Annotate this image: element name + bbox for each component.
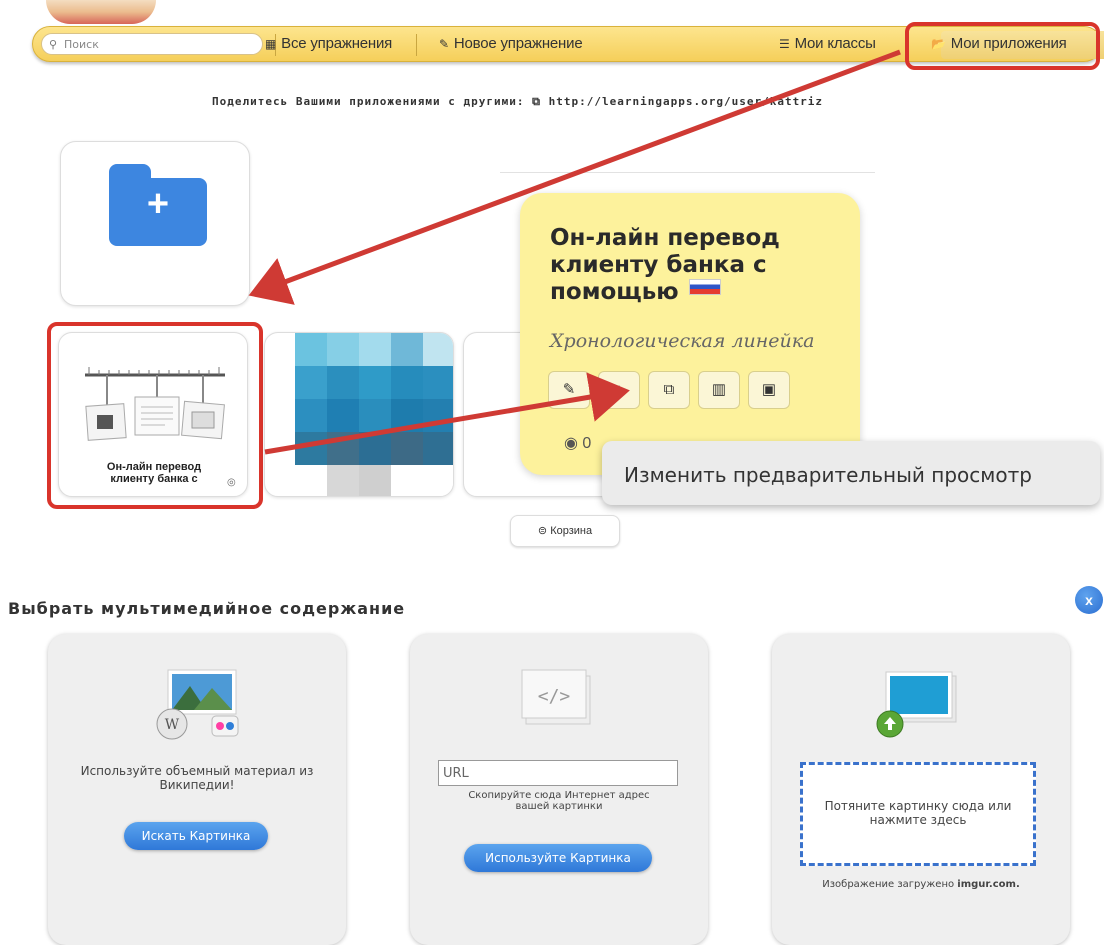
header-banner-image <box>46 0 156 24</box>
use-image-button[interactable]: Используйте Картинка <box>464 844 652 872</box>
popup-toolbar: ✎ ▲ ⧉ ▥ ▣ <box>548 371 790 409</box>
views-counter: ◉ 0 <box>564 433 591 453</box>
nav-all-exercises-label: Все упражнения <box>281 35 393 52</box>
multimedia-title: Выбрать мультимедийное содержание <box>8 599 406 618</box>
search-placeholder: Поиск <box>64 38 99 51</box>
grid-icon: ▦ <box>265 37 277 51</box>
image-icon[interactable]: ▲ <box>598 371 640 409</box>
stats-icon[interactable]: ▥ <box>698 371 740 409</box>
nav-my-classes[interactable]: ☰ Мои классы <box>779 35 876 52</box>
trash-icon[interactable]: ▣ <box>748 371 790 409</box>
popup-subtitle: Хронологическая линейка <box>550 330 815 352</box>
url-card: </> URL Скопируйте сюда Интернет адрес в… <box>410 634 708 945</box>
search-input[interactable]: ⚲ Поиск <box>41 33 263 55</box>
highlight-app-card <box>47 322 263 509</box>
upload-card: Потяните картинку сюда или нажмите здесь… <box>772 634 1070 945</box>
app-preview-popup: Он-лайн перевод клиенту банка с помощью … <box>520 193 860 475</box>
svg-text:W: W <box>165 717 180 733</box>
svg-text:</>: </> <box>538 686 571 707</box>
create-app-card[interactable]: + <box>60 141 250 306</box>
external-link-icon: ⧉ <box>532 95 542 108</box>
wikipedia-description: Используйте объемный материал из Википед… <box>80 764 314 792</box>
divider <box>500 172 875 173</box>
upload-image-icon <box>876 671 957 738</box>
nav-divider <box>416 34 417 56</box>
trash-button[interactable]: ⊜ Корзина <box>510 515 620 547</box>
nav-all-exercises[interactable]: ▦ Все упражнения <box>265 35 392 52</box>
views-count: 0 <box>582 435 592 452</box>
eye-icon: ◉ <box>564 435 578 452</box>
share-url[interactable]: http://learningapps.org/user/kattriz <box>549 95 823 108</box>
tooltip-edit-preview: Изменить предварительный просмотр <box>602 441 1100 505</box>
close-button[interactable]: x <box>1075 586 1103 614</box>
upload-credit: Изображение загружено imgur.com. <box>772 878 1070 892</box>
pixelated-preview-image <box>295 333 453 496</box>
wikipedia-card: W Используйте объемный материал из Викип… <box>48 634 346 945</box>
copy-icon[interactable]: ⧉ <box>648 371 690 409</box>
nav-new-exercise[interactable]: ✎ Новое упражнение <box>439 35 583 52</box>
trash-button-label: Корзина <box>550 525 593 537</box>
code-icon: </> <box>521 669 591 725</box>
nav-my-classes-label: Мои классы <box>794 35 876 52</box>
pencil-icon: ✎ <box>439 37 449 51</box>
add-folder-icon: + <box>109 164 207 246</box>
popup-title: Он-лайн перевод клиенту банка с помощью <box>550 225 840 306</box>
url-hint: Скопируйте сюда Интернет адрес вашей кар… <box>468 790 650 812</box>
imgur-link[interactable]: imgur.com. <box>957 879 1019 890</box>
popup-title-text: Он-лайн перевод клиенту банка с помощью <box>550 225 780 305</box>
image-dropzone[interactable]: Потяните картинку сюда или нажмите здесь <box>800 762 1036 866</box>
list-icon: ☰ <box>779 37 790 51</box>
nav-new-exercise-label: Новое упражнение <box>453 35 583 52</box>
share-text: Поделитесь Вашими приложениями с другими… <box>212 95 525 108</box>
search-image-button[interactable]: Искать Картинка <box>124 822 268 850</box>
wikipedia-images-icon: W <box>156 669 239 740</box>
trash-icon: ⊜ <box>537 525 548 537</box>
app-card-preview[interactable] <box>264 332 454 497</box>
search-icon: ⚲ <box>49 38 58 51</box>
russia-flag-icon <box>688 279 721 295</box>
share-line: Поделитесь Вашими приложениями с другими… <box>212 95 823 109</box>
upload-credit-prefix: Изображение загружено <box>822 879 955 890</box>
pencil-icon[interactable]: ✎ <box>548 371 590 409</box>
highlight-my-apps <box>905 22 1100 70</box>
url-input[interactable]: URL <box>438 760 678 786</box>
